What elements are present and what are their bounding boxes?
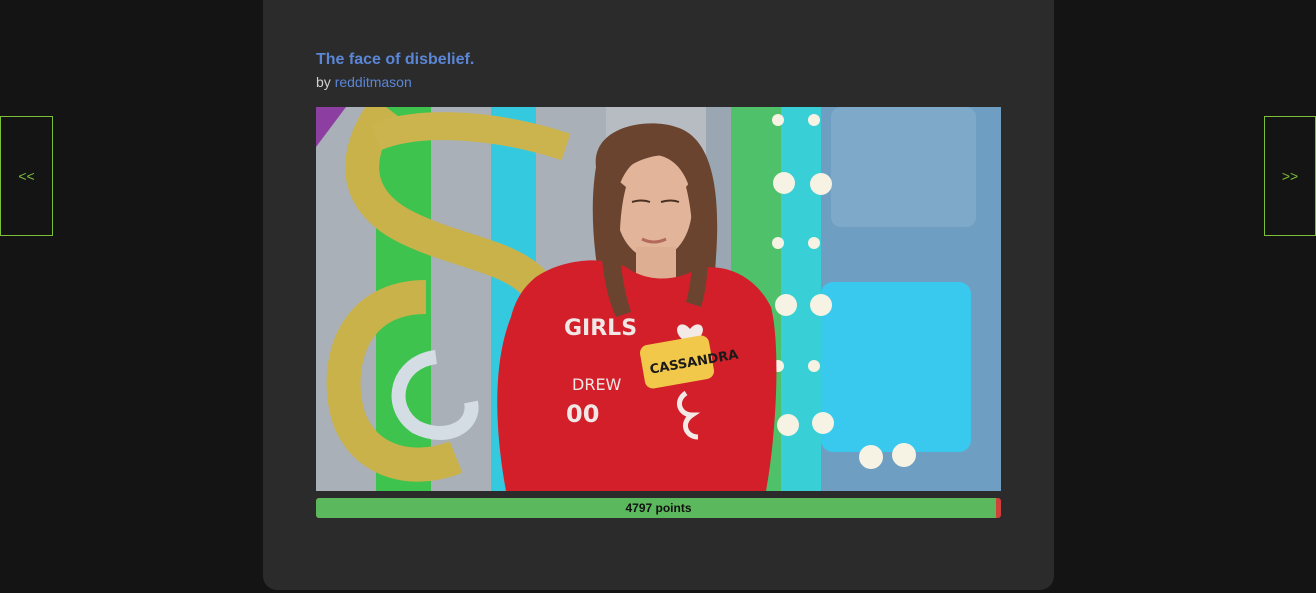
post-image-illustration: GIRLS CASSANDRA DREW 00 bbox=[316, 107, 1001, 491]
points-label: 4797 points bbox=[625, 501, 692, 515]
post-image[interactable]: GIRLS CASSANDRA DREW 00 bbox=[316, 107, 1001, 491]
next-post-button[interactable]: >> bbox=[1264, 116, 1316, 236]
shirt-text-name: DREW bbox=[572, 375, 622, 394]
post-title-link[interactable]: The face of disbelief. bbox=[316, 51, 474, 69]
shirt-text-main: GIRLS bbox=[564, 316, 637, 341]
byline-prefix: by bbox=[316, 74, 331, 90]
points-bar: 4797 points bbox=[316, 498, 1001, 518]
previous-post-button[interactable]: << bbox=[0, 116, 53, 236]
author-link[interactable]: redditmason bbox=[335, 74, 412, 90]
next-label: >> bbox=[1281, 168, 1299, 184]
post-card: The face of disbelief. by redditmason GI… bbox=[263, 0, 1054, 590]
shirt-text-number: 00 bbox=[566, 400, 599, 428]
previous-label: << bbox=[18, 168, 35, 184]
post-byline: by redditmason bbox=[316, 74, 412, 90]
